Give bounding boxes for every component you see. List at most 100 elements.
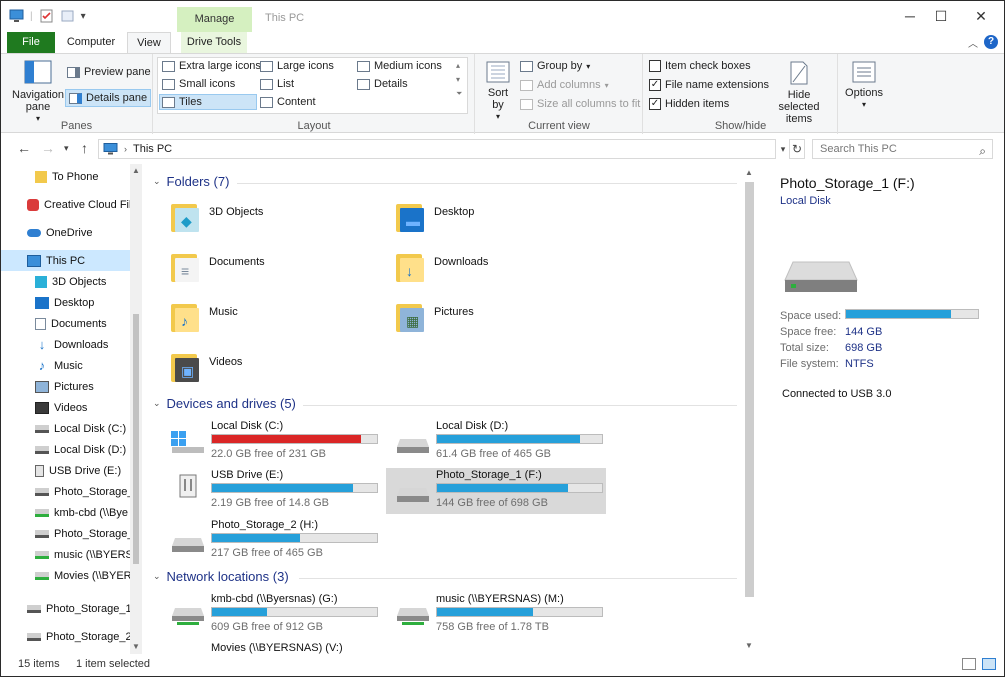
- drive-tile-e[interactable]: USB Drive (E:) 2.19 GB free of 14.8 GB: [161, 468, 381, 514]
- gallery-scroll-icons[interactable]: ▴ ▾ ⏷: [456, 59, 462, 101]
- options-button[interactable]: Options ▾: [841, 60, 887, 111]
- refresh-button[interactable]: ↻: [789, 139, 805, 159]
- scroll-up-icon[interactable]: ▲: [743, 168, 755, 177]
- section-network-header[interactable]: ⌄ Network locations (3): [153, 569, 289, 584]
- back-button[interactable]: ←: [17, 140, 31, 156]
- size-all-columns-button[interactable]: Size all columns to fit: [520, 98, 640, 110]
- forward-button[interactable]: →: [41, 140, 55, 156]
- nav-item-usb-drive-e[interactable]: USB Drive (E:): [1, 460, 130, 481]
- drive-tile-c[interactable]: Local Disk (C:) 22.0 GB free of 231 GB: [161, 419, 381, 465]
- network-tile-v[interactable]: Movies (\\BYERSNAS) (V:): [161, 641, 381, 654]
- address-bar[interactable]: › This PC: [98, 139, 776, 159]
- nav-item-kmb-cbd[interactable]: kmb-cbd (\\Bye: [1, 502, 130, 523]
- nav-item-local-disk-d[interactable]: Local Disk (D:): [1, 439, 130, 460]
- item-check-boxes-checkbox[interactable]: Item check boxes: [649, 60, 751, 72]
- section-devices-header[interactable]: ⌄ Devices and drives (5): [153, 396, 296, 411]
- extra-large-icons-label: Extra large icons: [179, 60, 261, 72]
- close-button[interactable]: ✕: [958, 1, 1004, 32]
- customize-qat-icon[interactable]: ▾: [81, 11, 86, 22]
- scroll-down-icon[interactable]: ▼: [130, 642, 142, 651]
- folder-item[interactable]: ▬ Desktop: [394, 200, 474, 234]
- medium-icons-button[interactable]: Medium icons: [357, 60, 442, 72]
- network-tile-g[interactable]: kmb-cbd (\\Byersnas) (G:) 609 GB free of…: [161, 592, 381, 638]
- tab-manage[interactable]: Manage: [177, 7, 252, 32]
- maximize-icon: ☐: [934, 8, 948, 24]
- folder-item[interactable]: ▦ Pictures: [394, 300, 474, 334]
- tiles-button[interactable]: Tiles: [159, 94, 257, 110]
- properties-icon[interactable]: [39, 9, 54, 23]
- pc-icon[interactable]: [9, 9, 24, 23]
- network-tile-m[interactable]: music (\\BYERSNAS) (M:) 758 GB free of 1…: [386, 592, 606, 638]
- group-by-label: Group by: [537, 60, 583, 72]
- nav-item-music[interactable]: ♪ Music: [1, 355, 130, 376]
- nav-item-pictures[interactable]: Pictures: [1, 376, 130, 397]
- list-button[interactable]: List: [260, 78, 294, 90]
- new-folder-icon[interactable]: [60, 9, 75, 23]
- hidden-items-checkbox[interactable]: ✓ Hidden items: [649, 98, 729, 110]
- drive-tile-d[interactable]: Local Disk (D:) 61.4 GB free of 465 GB: [386, 419, 606, 465]
- help-icon[interactable]: ?: [984, 35, 998, 49]
- small-icons-button[interactable]: Small icons: [162, 78, 235, 90]
- nav-item-movies-network[interactable]: Movies (\\BYERS: [1, 565, 130, 586]
- nav-item-photo-storage-1-root[interactable]: Photo_Storage_1 (: [1, 598, 130, 619]
- nav-item-onedrive[interactable]: OneDrive: [1, 222, 130, 243]
- large-icons-button[interactable]: Large icons: [260, 60, 334, 72]
- recent-locations-button[interactable]: ▾: [64, 143, 69, 154]
- drive-tile-f[interactable]: Photo_Storage_1 (F:) 144 GB free of 698 …: [386, 468, 606, 514]
- nav-item-label: Desktop: [54, 296, 95, 309]
- tab-computer[interactable]: Computer: [63, 32, 119, 53]
- nav-item-creative-cloud[interactable]: Creative Cloud Fil: [1, 194, 130, 215]
- breadcrumb[interactable]: This PC: [133, 143, 172, 155]
- scroll-up-icon[interactable]: ▲: [130, 166, 142, 175]
- details-view-toggle-icon[interactable]: [962, 658, 976, 670]
- download-icon: ↓: [38, 336, 46, 352]
- nav-item-music-network[interactable]: music (\\BYERSN: [1, 544, 130, 565]
- nav-scrollbar-thumb[interactable]: [133, 314, 139, 564]
- content-button[interactable]: Content: [260, 96, 316, 108]
- add-columns-button[interactable]: Add columns ▾: [520, 79, 609, 91]
- tab-view[interactable]: View: [127, 32, 171, 53]
- nav-item-downloads[interactable]: ↓ Downloads: [1, 334, 130, 355]
- section-folders-header[interactable]: ⌄ Folders (7): [153, 174, 229, 189]
- content-scrollbar-thumb[interactable]: [745, 182, 754, 597]
- folder-item[interactable]: ≡ Documents: [169, 250, 265, 284]
- nav-item-photo-storage-1[interactable]: Photo_Storage_1: [1, 481, 130, 502]
- nav-item-to-phone[interactable]: To Phone: [1, 166, 130, 187]
- content-scrollbar[interactable]: ▲ ▼: [741, 164, 757, 654]
- nav-item-videos[interactable]: Videos: [1, 397, 130, 418]
- file-name-extensions-checkbox[interactable]: ✓ File name extensions: [649, 79, 769, 91]
- nav-item-3d-objects[interactable]: 3D Objects: [1, 271, 130, 292]
- folder-item[interactable]: ↓ Downloads: [394, 250, 488, 284]
- search-input[interactable]: Search This PC ⌕: [812, 139, 993, 159]
- layout-group-label: Layout: [297, 120, 331, 132]
- nav-item-label: Local Disk (C:): [54, 422, 127, 435]
- drive-usage-fill: [212, 608, 267, 616]
- tab-file[interactable]: File: [7, 32, 55, 53]
- nav-item-photo-storage-2[interactable]: Photo_Storage_2: [1, 523, 130, 544]
- up-button[interactable]: ↑: [81, 140, 88, 156]
- folder-item[interactable]: ◆ 3D Objects: [169, 200, 263, 234]
- nav-scrollbar[interactable]: ▲ ▼: [130, 164, 142, 654]
- navigation-pane-button[interactable]: Navigation pane ▾: [7, 60, 69, 125]
- collapse-ribbon-icon[interactable]: ︿: [968, 35, 978, 50]
- preview-pane-button[interactable]: Preview pane: [67, 66, 151, 78]
- hide-selected-items-button[interactable]: Hide selected items: [766, 60, 832, 125]
- scroll-down-icon[interactable]: ▼: [743, 641, 755, 650]
- folder-item[interactable]: ♪ Music: [169, 300, 238, 334]
- options-label: Options: [845, 87, 883, 99]
- nav-item-this-pc[interactable]: This PC: [1, 250, 130, 271]
- large-icons-view-toggle-icon[interactable]: [982, 658, 996, 670]
- tab-drive-tools[interactable]: Drive Tools: [181, 32, 247, 53]
- group-by-button[interactable]: Group by ▾: [520, 60, 590, 72]
- nav-item-documents[interactable]: Documents: [1, 313, 130, 334]
- address-dropdown-button[interactable]: ▾: [776, 139, 790, 159]
- details-pane-button[interactable]: Details pane: [65, 89, 152, 107]
- sort-by-button[interactable]: Sort by ▾: [482, 60, 514, 123]
- drive-tile-h[interactable]: Photo_Storage_2 (H:) 217 GB free of 465 …: [161, 518, 381, 564]
- nav-item-local-disk-c[interactable]: Local Disk (C:): [1, 418, 130, 439]
- folder-item[interactable]: ▣ Videos: [169, 350, 242, 384]
- details-view-button[interactable]: Details: [357, 78, 408, 90]
- nav-item-desktop[interactable]: Desktop: [1, 292, 130, 313]
- extra-large-icons-button[interactable]: Extra large icons: [162, 60, 261, 72]
- nav-item-photo-storage-2-root[interactable]: Photo_Storage_2 (: [1, 626, 130, 647]
